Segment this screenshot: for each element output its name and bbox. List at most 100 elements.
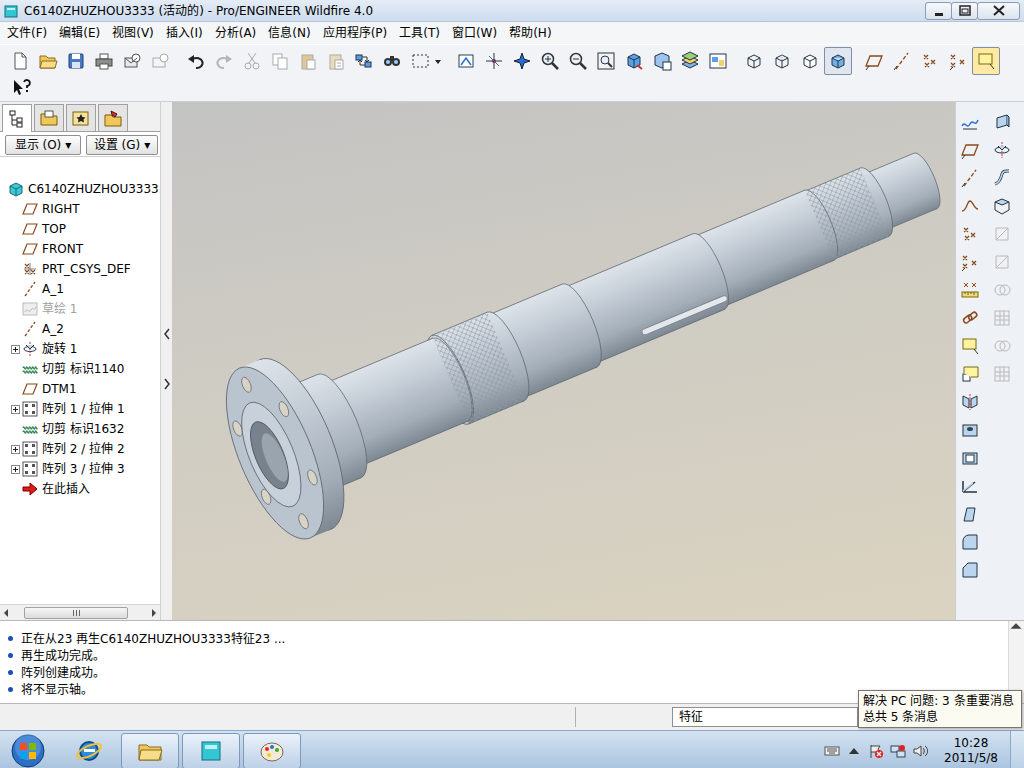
shaft-model[interactable] — [172, 102, 955, 620]
feature-button[interactable] — [956, 220, 984, 248]
menu-item[interactable]: 分析(A) — [210, 23, 264, 43]
feature-button[interactable] — [956, 416, 984, 444]
toolbar-button[interactable] — [796, 47, 824, 75]
feature-button[interactable] — [988, 220, 1016, 248]
toolbar-button[interactable] — [6, 47, 34, 75]
feature-button[interactable] — [988, 276, 1016, 304]
toolbar-button[interactable] — [564, 47, 592, 75]
toolbar-button[interactable] — [860, 47, 888, 75]
feature-button[interactable] — [956, 276, 984, 304]
toolbar-button[interactable] — [294, 47, 322, 75]
minimize-button[interactable] — [925, 2, 952, 20]
toolbar-button[interactable] — [350, 47, 378, 75]
feature-button[interactable] — [956, 528, 984, 556]
feature-button[interactable] — [988, 136, 1016, 164]
tree-item[interactable]: DTM1 — [0, 379, 160, 399]
navigator-tab[interactable] — [98, 104, 128, 131]
toolbar-button[interactable] — [118, 47, 146, 75]
feature-button[interactable] — [988, 360, 1016, 388]
tree-expander[interactable] — [8, 445, 22, 454]
navigator-tab[interactable] — [2, 104, 32, 132]
feature-button[interactable] — [956, 332, 984, 360]
toolbar-button[interactable] — [592, 47, 620, 75]
scroll-thumb[interactable] — [24, 607, 128, 619]
menu-item[interactable]: 编辑(E) — [54, 23, 107, 43]
tree-item[interactable]: 在此插入 — [0, 479, 160, 499]
toolbar-button[interactable] — [210, 47, 238, 75]
feature-button[interactable] — [988, 248, 1016, 276]
toolbar-button[interactable] — [406, 47, 434, 75]
feature-button[interactable] — [956, 360, 984, 388]
tree-item[interactable]: 切剪 标识1140 — [0, 359, 160, 379]
tree-item[interactable]: 草绘 1 — [0, 299, 160, 319]
toolbar-button[interactable] — [620, 47, 648, 75]
toolbar-button[interactable] — [322, 47, 350, 75]
toolbar-button[interactable] — [740, 47, 768, 75]
horizontal-scrollbar[interactable] — [0, 604, 160, 620]
feature-button[interactable] — [956, 136, 984, 164]
taskbar-button[interactable] — [121, 733, 179, 768]
graphics-window[interactable] — [172, 102, 955, 620]
feature-button[interactable] — [956, 304, 984, 332]
toolbar-button[interactable] — [480, 47, 508, 75]
feature-button[interactable] — [956, 556, 984, 584]
tree-root[interactable]: C6140ZHUZHOU3333.P — [0, 179, 160, 199]
tree-item[interactable]: 阵列 1 / 拉伸 1 — [0, 399, 160, 419]
feature-button[interactable] — [956, 388, 984, 416]
tree-item[interactable]: 阵列 3 / 拉伸 3 — [0, 459, 160, 479]
menu-item[interactable]: 窗口(W) — [447, 23, 504, 43]
feature-button[interactable] — [988, 108, 1016, 136]
filter-dropdown[interactable]: 特征 — [672, 707, 858, 727]
clock[interactable]: 10:282011/5/8 — [934, 736, 1008, 766]
show-desktop-button[interactable] — [1010, 731, 1024, 768]
menu-item[interactable]: 文件(F) — [2, 23, 54, 43]
feature-button[interactable] — [988, 304, 1016, 332]
feature-button[interactable] — [956, 108, 984, 136]
notification-balloon[interactable]: 解决 PC 问题: 3 条重要消息总共 5 条消息 — [858, 690, 1022, 728]
tree-item[interactable]: FRONT — [0, 239, 160, 259]
tree-item[interactable]: A_1 — [0, 279, 160, 299]
toolbar-button[interactable] — [182, 47, 210, 75]
panel-splitter[interactable] — [160, 102, 172, 620]
tree-item[interactable]: 旋转 1 — [0, 339, 160, 359]
toolbar-button[interactable] — [972, 47, 1000, 75]
tree-expander[interactable] — [8, 345, 22, 354]
tree-item[interactable]: PRT_CSYS_DEF — [0, 259, 160, 279]
navigator-tab[interactable] — [34, 104, 64, 131]
maximize-button[interactable] — [951, 2, 978, 20]
start-button[interactable] — [0, 732, 56, 768]
toolbar-button[interactable] — [34, 47, 62, 75]
context-help-button[interactable] — [8, 74, 36, 102]
menu-item[interactable]: 视图(V) — [107, 23, 161, 43]
toolbar-button[interactable] — [888, 47, 916, 75]
feature-button[interactable] — [956, 164, 984, 192]
taskbar-button[interactable] — [243, 733, 301, 768]
tree-control-button[interactable]: 显示 (O)▾ — [5, 135, 81, 155]
navigator-tab[interactable] — [66, 104, 96, 131]
toolbar-button[interactable] — [90, 47, 118, 75]
toolbar-button[interactable] — [704, 47, 732, 75]
feature-button[interactable] — [956, 472, 984, 500]
toolbar-button[interactable] — [916, 47, 944, 75]
menu-item[interactable]: 应用程序(P) — [318, 23, 395, 43]
toolbar-button[interactable] — [824, 47, 852, 75]
tree-control-button[interactable]: 设置 (G)▾ — [86, 135, 158, 155]
toolbar-button[interactable] — [62, 47, 90, 75]
toolbar-button[interactable] — [768, 47, 796, 75]
menu-item[interactable]: 帮助(H) — [504, 23, 558, 43]
menu-item[interactable]: 工具(T) — [394, 23, 447, 43]
toolbar-button[interactable] — [238, 47, 266, 75]
tree-expander[interactable] — [8, 405, 22, 414]
toolbar-button[interactable] — [378, 47, 406, 75]
feature-button[interactable] — [988, 192, 1016, 220]
feature-button[interactable] — [988, 332, 1016, 360]
toolbar-button[interactable] — [146, 47, 174, 75]
feature-button[interactable] — [988, 164, 1016, 192]
toolbar-button[interactable] — [676, 47, 704, 75]
dropdown-arrow[interactable] — [434, 57, 444, 65]
tree-expander[interactable] — [8, 465, 22, 474]
tree-item[interactable]: TOP — [0, 219, 160, 239]
toolbar-button[interactable] — [508, 47, 536, 75]
taskbar-button[interactable] — [60, 733, 118, 768]
toolbar-button[interactable] — [648, 47, 676, 75]
